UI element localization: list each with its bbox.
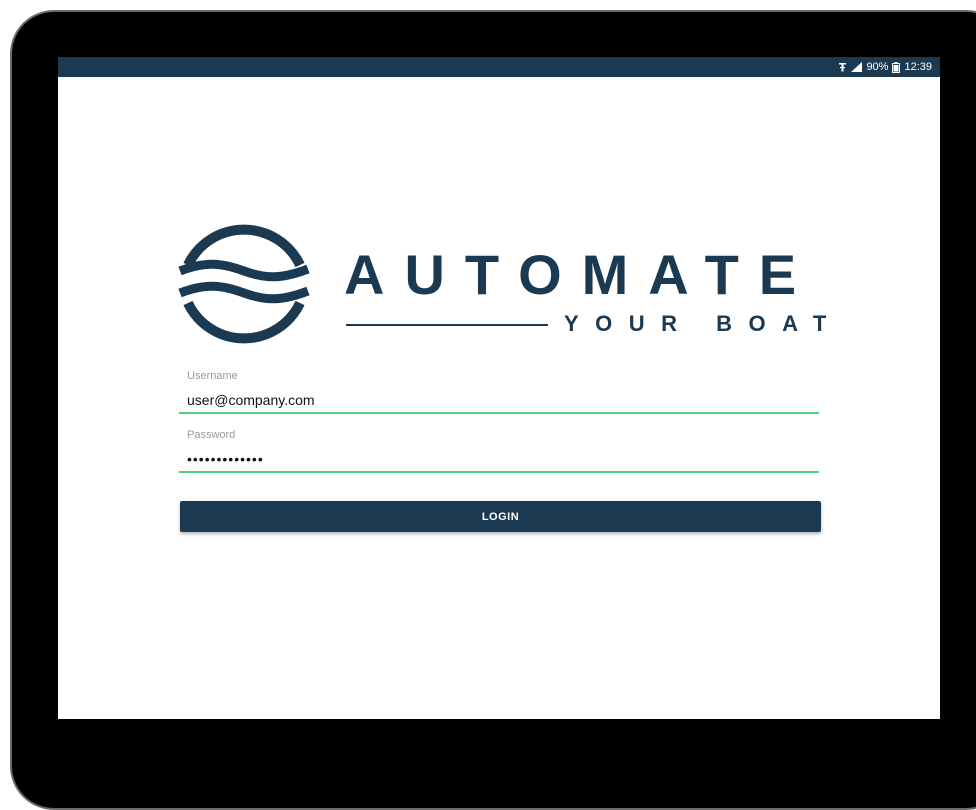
app-screen: 90% 12:39 AUTOMATE YOUR BOAT Username Pa…: [58, 57, 940, 719]
password-input[interactable]: [179, 447, 819, 473]
wave-circle-icon: [178, 224, 310, 344]
username-field-group: Username: [179, 368, 819, 418]
logo-tagline: YOUR BOAT: [564, 311, 843, 336]
brand-logo: AUTOMATE YOUR BOAT: [178, 217, 826, 349]
status-time: 12:39: [904, 61, 932, 73]
logo-divider: [346, 324, 548, 326]
login-button[interactable]: LOGIN: [180, 501, 821, 532]
logo-wordmark: AUTOMATE: [344, 243, 817, 306]
signal-icon: [851, 62, 863, 72]
username-input[interactable]: [179, 388, 819, 414]
sim-icon: [838, 62, 847, 72]
password-label: Password: [187, 429, 236, 441]
battery-icon: [892, 61, 901, 73]
password-field-group: Password: [179, 427, 819, 477]
username-label: Username: [187, 370, 238, 382]
battery-percent: 90%: [866, 61, 889, 73]
status-bar: 90% 12:39: [58, 57, 940, 77]
